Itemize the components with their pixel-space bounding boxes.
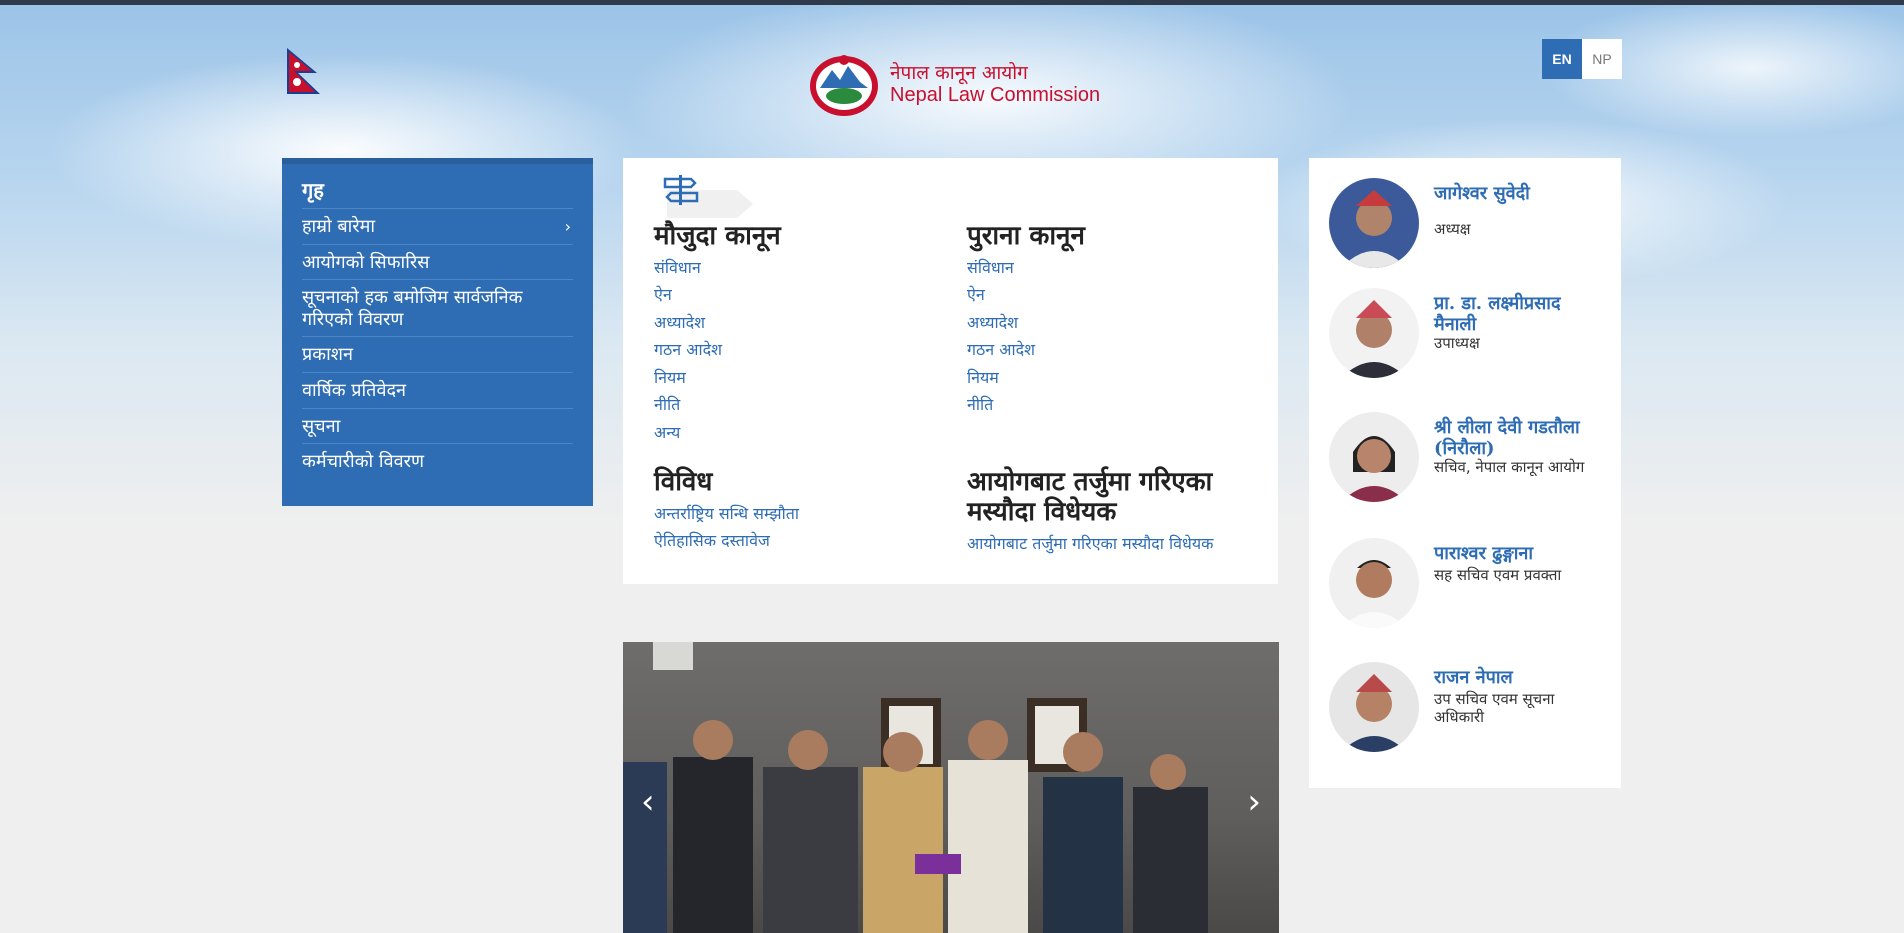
official-card[interactable]: पाराश्वर ढुङ्गाना सह सचिव एवम प्रवक्ता (1329, 538, 1609, 638)
sidebar-nav: गृह हाम्रो बारेमा › आयोगको सिफारिस सूचना… (282, 158, 593, 506)
logo-title-np: नेपाल कानून आयोग (890, 61, 1028, 84)
old-law-link[interactable]: अध्यादेश (967, 309, 1257, 337)
old-laws-column: पुराना कानून संविधान ऐन अध्यादेश गठन आदे… (967, 221, 1257, 419)
chevron-right-icon: › (564, 217, 571, 236)
sidebar-item-home[interactable]: गृह (302, 174, 573, 209)
draft-bills-column: आयोगबाट तर्जुमा गरिएका मस्यौदा विधेयक आय… (967, 467, 1257, 558)
misc-column: विविध अन्तर्राष्ट्रिय सन्धि सम्झौता ऐतिह… (654, 467, 934, 555)
sidebar-item-publications[interactable]: प्रकाशन (302, 337, 573, 373)
old-laws-heading: पुराना कानून (967, 221, 1085, 251)
old-law-link[interactable]: गठन आदेश (967, 336, 1257, 364)
official-name[interactable]: राजन नेपाल (1434, 667, 1609, 689)
lang-en-button[interactable]: EN (1542, 39, 1582, 79)
sidebar-item-about[interactable]: हाम्रो बारेमा › (302, 209, 573, 245)
logo-title-en: Nepal Law Commission (890, 84, 1101, 107)
current-laws-column: मौजुदा कानून संविधान ऐन अध्यादेश गठन आदे… (654, 221, 934, 447)
language-switch: EN NP (1542, 39, 1622, 79)
sidebar-item-rti-disclosure[interactable]: सूचनाको हक बमोजिम सार्वजनिक गरिएको विवरण (302, 280, 573, 338)
current-law-link[interactable]: नीति (654, 391, 934, 419)
official-card[interactable]: राजन नेपाल उप सचिव एवम सूचना अधिकारी (1329, 662, 1609, 762)
old-law-link[interactable]: ऐन (967, 281, 1257, 309)
sidebar-item-staff[interactable]: कर्मचारीको विवरण (302, 444, 573, 479)
current-law-link[interactable]: अध्यादेश (654, 309, 934, 337)
sidebar-item-annual-report[interactable]: वार्षिक प्रतिवेदन (302, 373, 573, 409)
official-name[interactable]: श्री लीला देवी गडतौला (निरौला) (1434, 417, 1609, 459)
official-card[interactable]: जागेश्वर सुवेदी अध्यक्ष (1329, 178, 1609, 278)
official-name[interactable]: प्रा. डा. लक्ष्मीप्रसाद मैनाली (1434, 293, 1609, 335)
avatar (1329, 412, 1419, 502)
old-law-link[interactable]: नियम (967, 364, 1257, 392)
official-role: सचिव, नेपाल कानून आयोग (1434, 458, 1585, 476)
avatar (1329, 288, 1419, 378)
misc-heading: विविध (654, 467, 713, 497)
sidebar-item-label: हाम्रो बारेमा (302, 216, 376, 237)
current-law-link[interactable]: गठन आदेश (654, 336, 934, 364)
site-logo[interactable]: नेपाल कानून आयोग Nepal Law Commission (806, 52, 1100, 118)
current-law-link[interactable]: संविधान (654, 254, 934, 282)
official-card[interactable]: प्रा. डा. लक्ष्मीप्रसाद मैनाली उपाध्यक्ष (1329, 288, 1609, 388)
draft-bills-link[interactable]: आयोगबाट तर्जुमा गरिएका मस्यौदा विधेयक (967, 530, 1257, 558)
lang-np-button[interactable]: NP (1582, 39, 1622, 79)
emblem-icon (810, 55, 878, 116)
official-name[interactable]: जागेश्वर सुवेदी (1434, 183, 1609, 205)
old-law-link[interactable]: संविधान (967, 254, 1257, 282)
slider-prev-button[interactable]: ‹ (641, 782, 655, 822)
slider-next-button[interactable]: › (1247, 782, 1261, 822)
avatar (1329, 538, 1419, 628)
photo-slider[interactable]: ‹ › (623, 642, 1279, 933)
sidebar-item-notices[interactable]: सूचना (302, 409, 573, 445)
current-law-link[interactable]: नियम (654, 364, 934, 392)
official-role: अध्यक्ष (1434, 220, 1471, 238)
official-name[interactable]: पाराश्वर ढुङ्गाना (1434, 543, 1609, 565)
misc-link[interactable]: ऐतिहासिक दस्तावेज (654, 527, 934, 555)
laws-panel: मौजुदा कानून संविधान ऐन अध्यादेश गठन आदे… (623, 158, 1278, 584)
sidebar-item-recommendations[interactable]: आयोगको सिफारिस (302, 245, 573, 281)
current-laws-heading: मौजुदा कानून (654, 221, 781, 251)
official-card[interactable]: श्री लीला देवी गडतौला (निरौला) सचिव, नेप… (1329, 412, 1609, 512)
official-role: सह सचिव एवम प्रवक्ता (1434, 566, 1562, 584)
current-law-link[interactable]: ऐन (654, 281, 934, 309)
official-role: उप सचिव एवम सूचना अधिकारी (1434, 690, 1555, 726)
officials-panel: जागेश्वर सुवेदी अध्यक्ष प्रा. डा. लक्ष्म… (1309, 158, 1621, 788)
misc-link[interactable]: अन्तर्राष्ट्रिय सन्धि सम्झौता (654, 500, 934, 528)
current-law-link[interactable]: अन्य (654, 419, 934, 447)
avatar (1329, 178, 1419, 268)
old-law-link[interactable]: नीति (967, 391, 1257, 419)
draft-bills-heading: आयोगबाट तर्जुमा गरिएका मस्यौदा विधेयक (967, 467, 1213, 527)
slide-photo-illustration (623, 642, 1208, 933)
avatar (1329, 662, 1419, 752)
nepal-flag-icon (287, 48, 320, 94)
official-role: उपाध्यक्ष (1434, 334, 1480, 352)
